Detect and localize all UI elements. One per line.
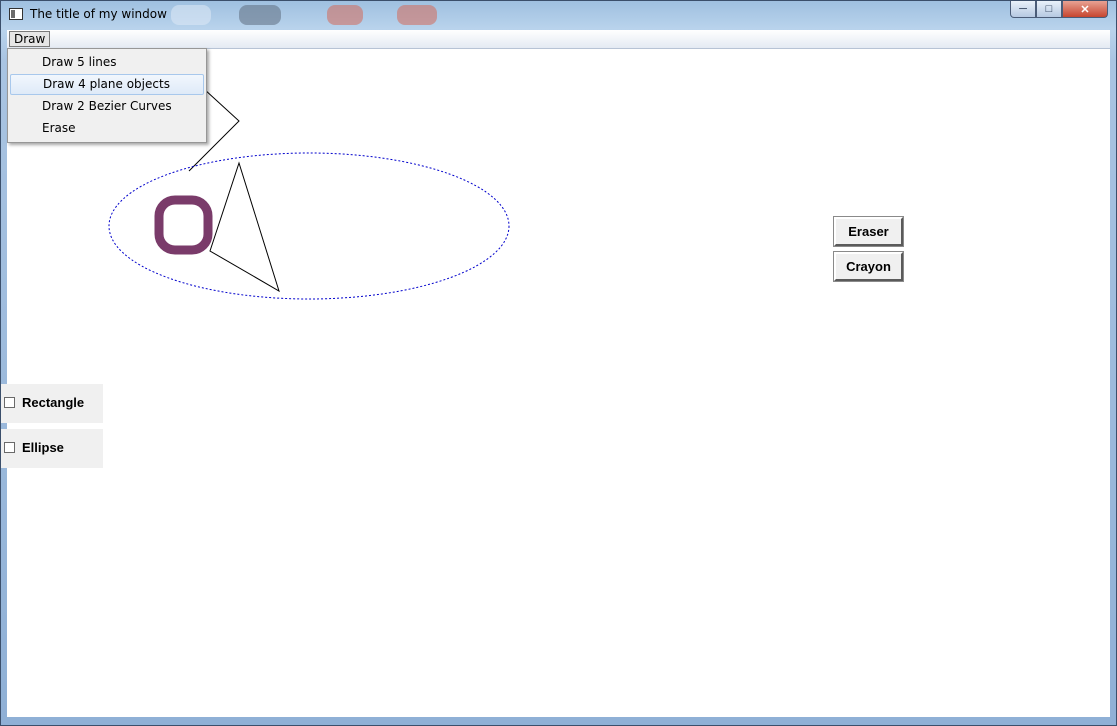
taskbar-thumbnail (239, 5, 281, 25)
crayon-button[interactable]: Crayon (833, 251, 904, 282)
ellipse-label[interactable]: Ellipse (22, 440, 64, 455)
minimize-button[interactable]: ─ (1010, 1, 1036, 18)
rectangle-checkbox[interactable] (4, 397, 15, 408)
ring-shape (154, 195, 213, 255)
drawing-canvas[interactable]: Eraser Crayon Rectangle Ellipse (1, 49, 1110, 717)
taskbar-thumbnail (327, 5, 363, 25)
rectangle-label[interactable]: Rectangle (22, 395, 84, 410)
window-title: The title of my window (30, 7, 167, 21)
maximize-button[interactable]: □ (1036, 1, 1062, 18)
menu-item-draw-5-lines[interactable]: Draw 5 lines (10, 52, 204, 73)
triangle-shape (209, 161, 280, 293)
eraser-button[interactable]: Eraser (833, 216, 904, 247)
window-icon[interactable] (9, 8, 23, 20)
menu-bar: Draw (7, 30, 1110, 49)
menu-item-draw-2-bezier-curves[interactable]: Draw 2 Bezier Curves (10, 96, 204, 117)
close-button[interactable]: ✕ (1062, 1, 1108, 18)
menu-draw[interactable]: Draw (9, 31, 51, 47)
rectangle-option[interactable]: Rectangle (1, 384, 103, 423)
taskbar-thumbnail (397, 5, 437, 25)
ellipse-checkbox[interactable] (4, 442, 15, 453)
menu-item-erase[interactable]: Erase (10, 118, 204, 139)
close-icon: ✕ (1080, 3, 1090, 16)
minimize-icon: ─ (1019, 3, 1027, 15)
dashed-ellipse (108, 152, 510, 300)
title-bar[interactable]: The title of my window ─ □ ✕ (1, 1, 1116, 30)
draw-menu-dropdown: Draw 5 lines Draw 4 plane objects Draw 2… (7, 48, 207, 143)
drawing-surface (108, 88, 510, 300)
taskbar-thumbnail (171, 5, 211, 25)
maximize-icon: □ (1045, 3, 1053, 15)
app-window: The title of my window ─ □ ✕ Draw Eraser… (0, 0, 1117, 726)
ellipse-option[interactable]: Ellipse (1, 429, 103, 468)
menu-item-draw-4-plane-objects[interactable]: Draw 4 plane objects (10, 74, 204, 95)
